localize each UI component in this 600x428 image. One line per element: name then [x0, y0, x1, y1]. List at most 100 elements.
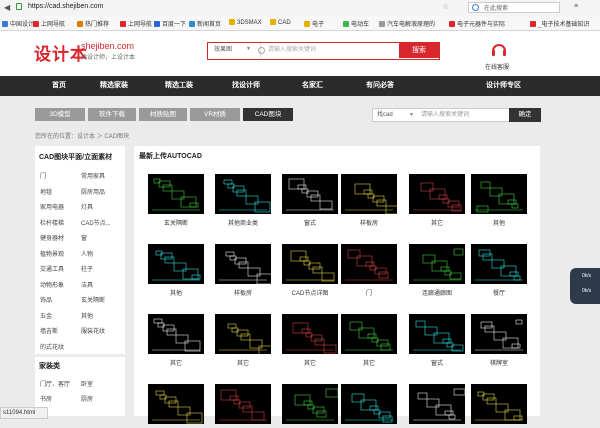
cad-item[interactable]: 其它	[282, 314, 338, 367]
sidebar-item[interactable]: 柱子	[81, 264, 93, 273]
nav-home-decor[interactable]: 精选家装	[100, 76, 128, 96]
cad-item[interactable]: 玄关隔断	[148, 174, 204, 227]
cad-item-title[interactable]: 其它	[148, 358, 204, 367]
tab-3d-models[interactable]: 3D模型	[35, 108, 85, 121]
sidebar-item[interactable]: 书房	[40, 394, 52, 403]
cad-item-title[interactable]: 其他	[471, 218, 527, 227]
nav-commercial[interactable]: 精选工装	[165, 76, 193, 96]
site-logo[interactable]: 设计本	[34, 40, 88, 65]
sidebar-item[interactable]: 家用电器	[40, 202, 64, 211]
bookmark-item[interactable]: _电子技术基础知识	[530, 19, 589, 28]
cad-item-title[interactable]: 窗式	[409, 358, 465, 367]
cad-item[interactable]: 其它	[148, 314, 204, 367]
sidebar-item[interactable]: CAD节点...	[81, 218, 111, 227]
tab-vr-materials[interactable]: VR材质	[190, 108, 240, 121]
tab-textures[interactable]: 材质贴图	[139, 108, 187, 121]
url-text[interactable]: https://cad.shejiben.com	[28, 3, 104, 10]
cad-thumbnail[interactable]	[215, 314, 271, 354]
cad-item-title[interactable]: 窗式	[282, 218, 338, 227]
sidebar-item[interactable]: 其他	[81, 311, 93, 320]
cad-item[interactable]: 餐厅	[471, 244, 527, 297]
cad-item[interactable]: 其他	[471, 174, 527, 227]
sidebar-item[interactable]: 交通工具	[40, 264, 64, 273]
cad-thumbnail[interactable]	[282, 174, 338, 214]
bookmark-item[interactable]: 汽车电解液原理的	[379, 19, 435, 28]
nav-designers[interactable]: 找设计师	[232, 76, 260, 96]
cad-item[interactable]	[409, 384, 465, 428]
cad-item[interactable]	[471, 384, 527, 428]
cad-item-title[interactable]: 连廊通廊图	[409, 288, 465, 297]
cad-item[interactable]: 样板房	[215, 244, 271, 297]
right-search-icon[interactable]	[472, 4, 479, 11]
cad-thumbnail[interactable]	[409, 384, 465, 424]
cad-item-title[interactable]: 其他商业类	[215, 218, 271, 227]
sidebar-item[interactable]: 厨房	[81, 394, 93, 403]
cad-thumbnail[interactable]	[148, 384, 204, 424]
cad-item[interactable]: 其他商业类	[215, 174, 271, 227]
sidebar-item[interactable]: 健身器材	[40, 233, 64, 242]
sidebar-item[interactable]: 服装花纹	[81, 326, 105, 335]
cad-item[interactable]	[148, 384, 204, 428]
sidebar-item[interactable]: 植物景观	[40, 249, 64, 258]
sidebar-item[interactable]: 的式花纹	[40, 342, 64, 351]
cad-item-title[interactable]: 棋牌室	[471, 358, 527, 367]
cad-item[interactable]: 其他	[148, 244, 204, 297]
cad-item[interactable]: 连廊通廊图	[409, 244, 465, 297]
cad-thumbnail[interactable]	[341, 174, 397, 214]
bookmark-item[interactable]: 热门推荐	[77, 19, 109, 28]
cad-thumbnail[interactable]	[215, 174, 271, 214]
cad-thumbnail[interactable]	[341, 384, 397, 424]
menu-icon[interactable]: ≡	[574, 3, 578, 10]
cad-thumbnail[interactable]	[148, 244, 204, 284]
cad-thumbnail[interactable]	[471, 174, 527, 214]
cad-item-title[interactable]: 玄关隔断	[148, 218, 204, 227]
tab-cad-blocks[interactable]: CAD图块	[243, 108, 293, 121]
cad-item[interactable]: 样板房	[341, 174, 397, 227]
cad-thumbnail[interactable]	[282, 244, 338, 284]
bookmark-item[interactable]: 上网导航	[33, 19, 65, 28]
cad-item[interactable]: CAD节点详图	[282, 244, 338, 297]
cad-thumbnail[interactable]	[471, 314, 527, 354]
cad-item[interactable]: 其它	[341, 314, 397, 367]
cad-item[interactable]	[215, 384, 271, 428]
search-type-select[interactable]: 效果图	[208, 43, 261, 58]
back-icon[interactable]: ◀	[4, 3, 10, 12]
sidebar-item[interactable]: 常用家具	[81, 171, 105, 180]
cad-thumbnail[interactable]	[409, 314, 465, 354]
bookmark-item[interactable]: CAD	[270, 19, 291, 28]
cad-thumbnail[interactable]	[471, 384, 527, 424]
cad-thumbnail[interactable]	[341, 314, 397, 354]
nav-home[interactable]: 首页	[52, 76, 66, 96]
bookmark-item[interactable]: 3DSMAX	[229, 19, 262, 28]
search-button[interactable]: 搜索	[399, 43, 439, 58]
nav-designer-zone[interactable]: 设计师专区	[486, 76, 521, 96]
sidebar-item[interactable]: 玄关隔断	[81, 295, 105, 304]
bookmark-item[interactable]: 电子	[304, 19, 324, 28]
cad-search-type[interactable]: 找cad	[377, 109, 393, 121]
bookmark-item[interactable]: 上网导航	[120, 19, 152, 28]
bookmark-star-icon[interactable]: ☆	[442, 2, 449, 11]
sidebar-item[interactable]: 窗	[81, 233, 87, 242]
tab-software[interactable]: 软件下载	[88, 108, 136, 121]
bookmark-item[interactable]: 电动车	[343, 19, 369, 28]
bookmark-item[interactable]: 电子元器件与实际	[449, 19, 505, 28]
cad-item[interactable]	[341, 384, 397, 428]
sidebar-item[interactable]: 卧室	[81, 379, 93, 388]
sidebar-item[interactable]: 五金	[40, 311, 52, 320]
cad-item[interactable]: 棋牌室	[471, 314, 527, 367]
cad-thumbnail[interactable]	[148, 314, 204, 354]
sidebar-item[interactable]: 栏杆楼梯	[40, 218, 64, 227]
bookmark-item[interactable]: 新闻首页	[189, 19, 221, 28]
sidebar-item[interactable]: 灯具	[81, 202, 93, 211]
cad-thumbnail[interactable]	[215, 384, 271, 424]
bookmark-item[interactable]: 中国设计	[2, 19, 34, 28]
cad-thumbnail[interactable]	[148, 174, 204, 214]
bookmark-item[interactable]: 百度一下	[154, 19, 186, 28]
cad-item-title[interactable]: 门	[341, 288, 397, 297]
sidebar-item[interactable]: 人物	[81, 249, 93, 258]
cad-item[interactable]	[282, 384, 338, 428]
cad-item-title[interactable]: 样板房	[215, 288, 271, 297]
sidebar-item[interactable]: 门厅、客厅	[40, 379, 70, 388]
cad-search-button[interactable]: 确定	[509, 108, 541, 122]
cad-search-input[interactable]: 请输入搜索关键词	[421, 109, 469, 121]
